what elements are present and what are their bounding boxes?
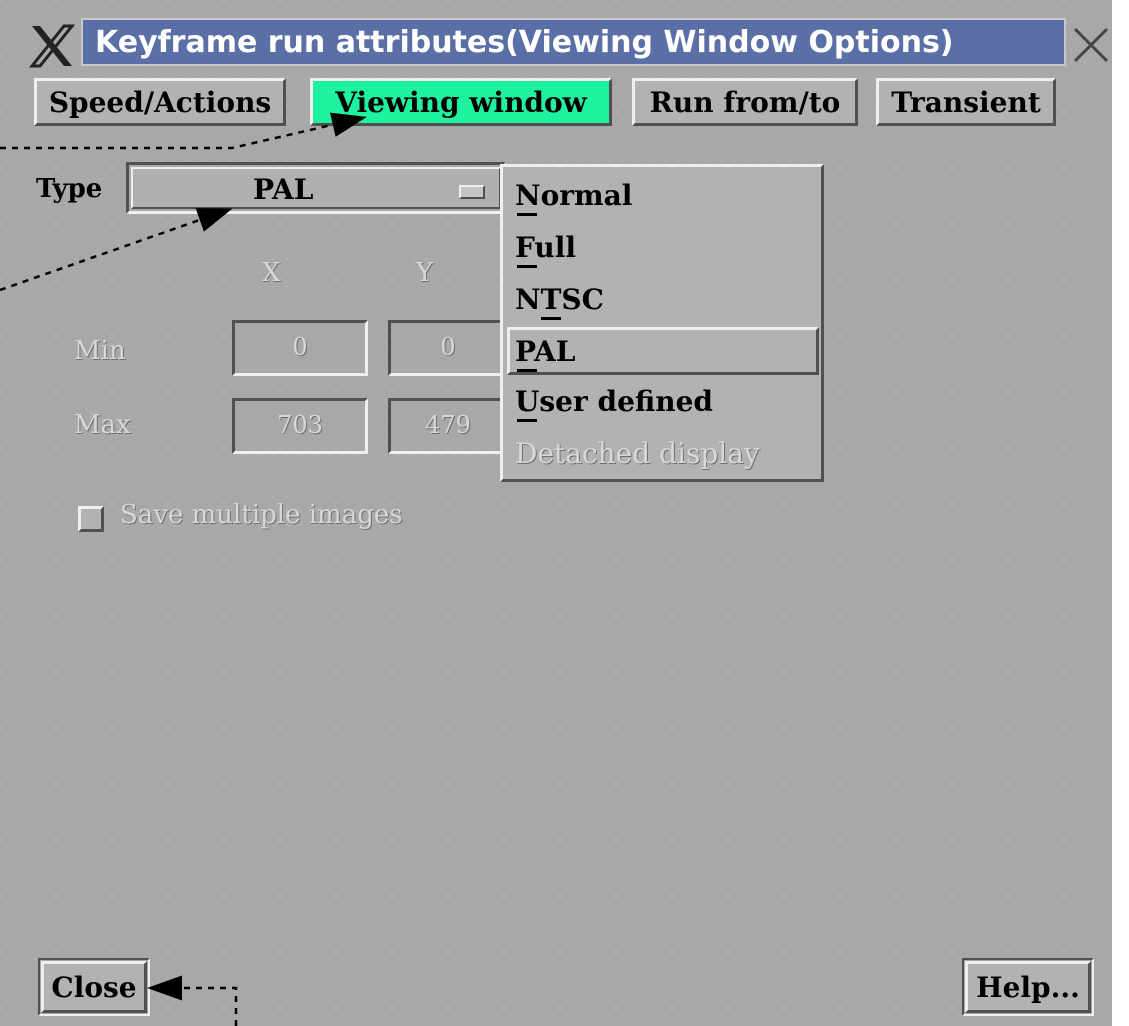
x-logo-icon[interactable] xyxy=(28,24,76,68)
mnemonic-underline xyxy=(541,317,561,320)
tab-viewing-window[interactable]: Viewing window xyxy=(310,78,612,126)
mnemonic-underline xyxy=(517,419,537,422)
type-dropdown-menu: Normal Full NTSC PAL User defined Detach… xyxy=(500,164,824,482)
mnemonic-underline xyxy=(517,369,537,372)
menu-item-ntsc[interactable]: NTSC xyxy=(515,283,604,316)
mnemonic-underline xyxy=(517,265,537,268)
title-field: Keyframe run attributes(Viewing Window O… xyxy=(81,18,1066,66)
type-dropdown[interactable]: PAL xyxy=(126,162,506,214)
menu-item-full[interactable]: Full xyxy=(515,231,576,264)
type-dropdown-value: PAL xyxy=(253,173,314,206)
max-y-input[interactable]: 479 xyxy=(388,398,508,454)
max-x-value: 703 xyxy=(277,411,323,439)
window-title: Keyframe run attributes(Viewing Window O… xyxy=(95,25,954,60)
min-y-input[interactable]: 0 xyxy=(388,320,508,376)
min-x-value: 0 xyxy=(292,333,308,361)
max-label: Max xyxy=(74,410,131,440)
column-x-label: X xyxy=(262,258,281,288)
menu-item-user-defined[interactable]: User defined xyxy=(515,385,713,418)
tab-transient[interactable]: Transient xyxy=(876,78,1056,126)
type-label: Type xyxy=(36,174,103,204)
save-multiple-checkbox[interactable] xyxy=(78,506,104,532)
menu-item-detached-display: Detached display xyxy=(515,437,760,470)
mnemonic-underline xyxy=(517,213,537,216)
min-label: Min xyxy=(74,336,126,366)
help-button[interactable]: Help... xyxy=(965,961,1091,1013)
max-x-input[interactable]: 703 xyxy=(232,398,368,454)
type-dropdown-button[interactable]: PAL xyxy=(131,167,501,209)
save-multiple-label: Save multiple images xyxy=(120,500,403,530)
title-bar: Keyframe run attributes(Viewing Window O… xyxy=(6,8,1110,68)
max-y-value: 479 xyxy=(425,411,471,439)
tab-speed-actions[interactable]: Speed/Actions xyxy=(34,78,286,126)
menu-item-pal[interactable]: PAL xyxy=(515,335,575,368)
min-y-value: 0 xyxy=(440,333,456,361)
column-y-label: Y xyxy=(416,258,434,288)
dialog-window: Keyframe run attributes(Viewing Window O… xyxy=(0,0,1112,1026)
close-icon[interactable] xyxy=(1072,26,1110,64)
min-x-input[interactable]: 0 xyxy=(232,320,368,376)
tab-run-from-to[interactable]: Run from/to xyxy=(632,78,858,126)
menu-item-normal[interactable]: Normal xyxy=(515,179,632,212)
option-menu-indicator-icon xyxy=(459,185,485,199)
close-button[interactable]: Close xyxy=(41,961,147,1013)
